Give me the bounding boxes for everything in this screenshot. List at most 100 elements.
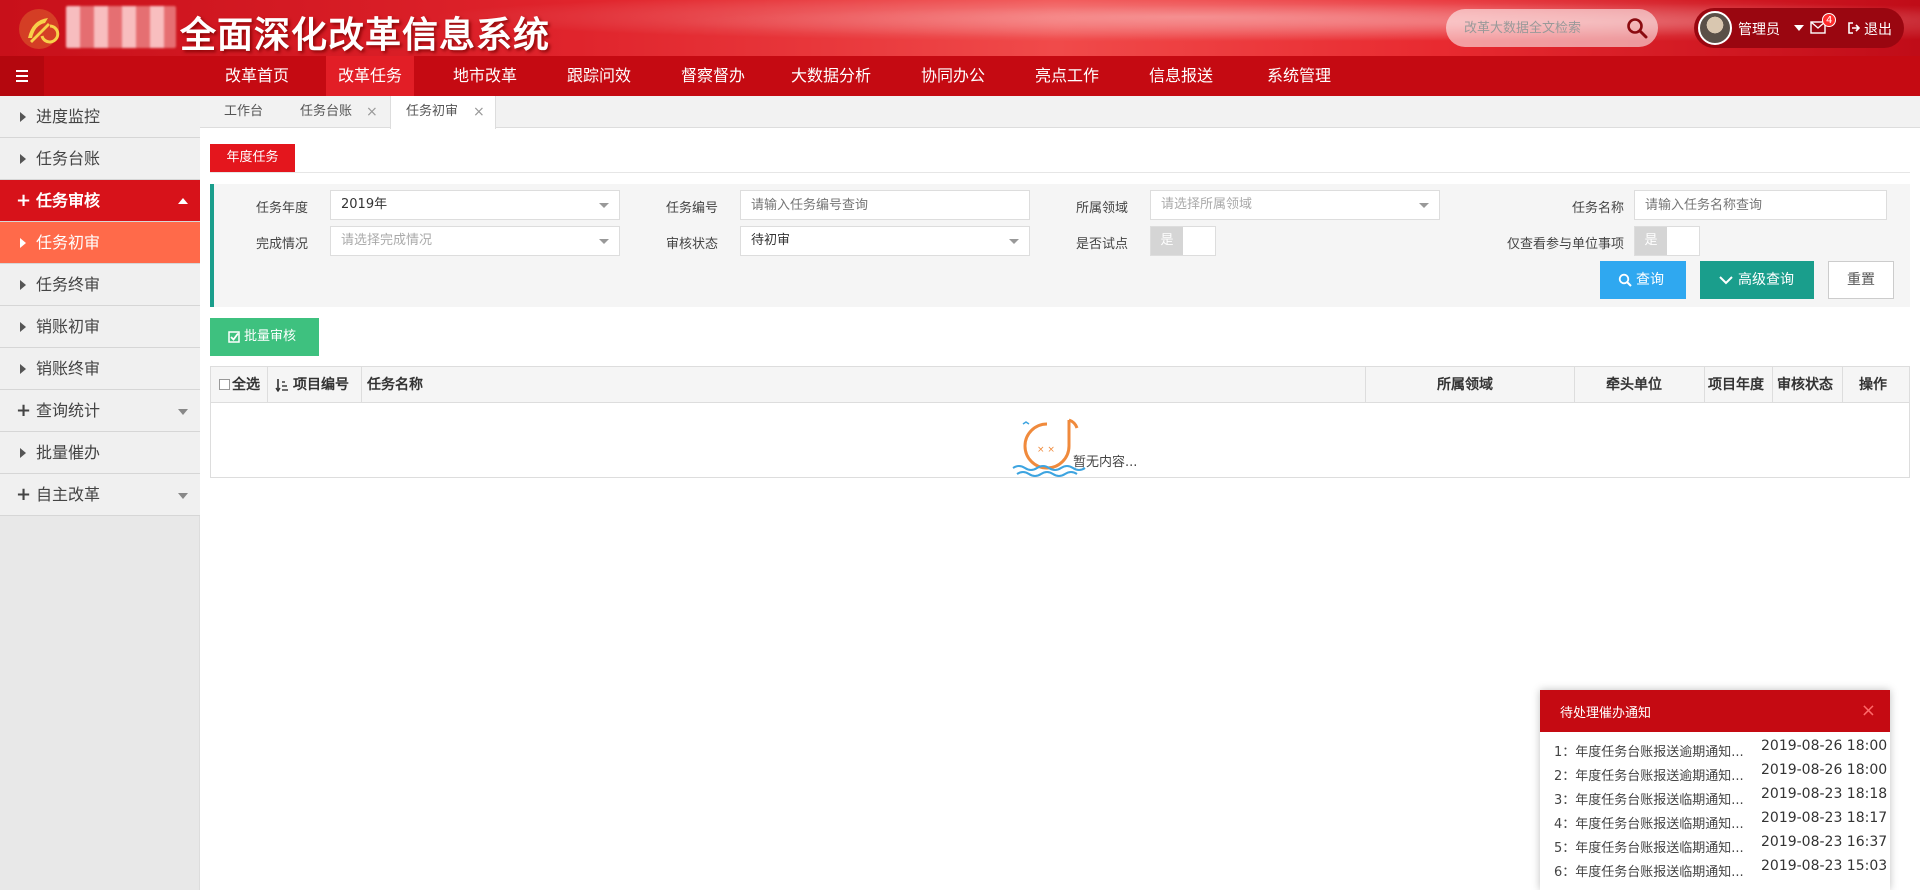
divider — [210, 172, 1910, 173]
select-all-checkbox[interactable] — [219, 379, 230, 390]
sidebar-item-label: 销账终审 — [36, 359, 101, 378]
chevron-down-icon — [1419, 203, 1429, 208]
logout-button[interactable]: 退出 — [1864, 19, 1892, 39]
batch-review-label: 批量审核 — [244, 329, 297, 344]
notification-item[interactable]: 5：年度任务台账报送临期通知... 2019-08-23 16:37 — [1554, 834, 1887, 858]
notification-item[interactable]: 2：年度任务台账报送逾期通知... 2019-08-26 18:00 — [1554, 762, 1888, 786]
check-square-icon — [228, 331, 240, 343]
notification-item-text: 4：年度任务台账报送临期通知... — [1554, 817, 1744, 832]
notification-item-text: 5：年度任务台账报送临期通知... — [1554, 841, 1744, 856]
plus-icon: + — [16, 190, 32, 211]
column-divider — [1365, 367, 1366, 403]
notification-item[interactable]: 1：年度任务台账报送逾期通知... 2019-08-26 18:00 — [1554, 738, 1887, 762]
tab-annual-tasks[interactable]: 年度任务 — [210, 144, 295, 172]
notification-item[interactable]: 3：年度任务台账报送临期通知... 2019-08-23 18:18 — [1554, 786, 1888, 810]
system-title: 全面深化改革信息系统 — [180, 15, 551, 56]
notification-header: 待处理催办通知 × — [1540, 690, 1890, 732]
sidebar-item-task-first-review[interactable]: 任务初审 — [0, 222, 200, 264]
notification-item-time: 2019-08-26 18:00 — [1761, 762, 1888, 778]
nav-item-reform-tasks[interactable]: 改革任务 — [326, 56, 414, 96]
sidebar-item-query-stats[interactable]: + 查询统计 — [0, 390, 200, 432]
th-project-code[interactable]: 项目编号 — [293, 367, 349, 403]
close-icon[interactable]: × — [1861, 700, 1876, 721]
main-nav: 改革首页 改革任务 地市改革 跟踪问效 督察督办 大数据分析 协同办公 亮点工作… — [0, 56, 1920, 96]
sidebar-item-task-review[interactable]: + 任务审核 — [0, 180, 200, 222]
plus-icon: + — [16, 400, 32, 421]
sidebar-item-writeoff-final-review[interactable]: 销账终审 — [0, 348, 200, 390]
nav-item-info-report[interactable]: 信息报送 — [1136, 56, 1226, 96]
nav-item-tracking[interactable]: 跟踪问效 — [554, 56, 644, 96]
sidebar-item-label: 任务终审 — [36, 275, 101, 294]
only-participating-label: 仅查看参与单位事项 — [1506, 237, 1624, 252]
tab-task-first-review[interactable]: 任务初审 × — [390, 96, 496, 129]
column-divider — [267, 367, 268, 403]
column-divider — [1842, 367, 1843, 403]
year-select[interactable]: 2019年 — [330, 190, 620, 220]
chevron-up-icon — [178, 198, 188, 204]
tab-label: 任务初审 — [406, 104, 459, 119]
notification-item-text: 6：年度任务台账报送临期通知... — [1554, 865, 1744, 880]
search-input[interactable] — [1464, 18, 1624, 38]
sidebar-item-task-final-review[interactable]: 任务终审 — [0, 264, 200, 306]
sidebar-item-writeoff-first-review[interactable]: 销账初审 — [0, 306, 200, 348]
only-participating-toggle-yes: 是 — [1635, 227, 1667, 255]
caret-right-icon — [20, 238, 26, 248]
nav-item-highlights[interactable]: 亮点工作 — [1022, 56, 1112, 96]
close-icon[interactable]: × — [473, 96, 485, 128]
advanced-query-button[interactable]: 高级查询 — [1700, 261, 1814, 299]
hamburger-icon — [16, 70, 28, 72]
sidebar-item-label: 销账初审 — [36, 317, 101, 336]
chevron-down-icon[interactable] — [1794, 25, 1804, 31]
sidebar-item-batch-urge[interactable]: 批量催办 — [0, 432, 200, 474]
sidebar-item-task-ledger[interactable]: 任务台账 — [0, 138, 200, 180]
notification-item-time: 2019-08-23 18:18 — [1761, 786, 1888, 802]
nav-item-big-data[interactable]: 大数据分析 — [782, 56, 880, 96]
nav-item-collab-office[interactable]: 协同办公 — [908, 56, 998, 96]
notification-item-time: 2019-08-23 15:03 — [1761, 858, 1888, 874]
tab-workbench[interactable]: 工作台 — [224, 96, 284, 128]
chevron-down-icon — [178, 493, 188, 499]
search-icon[interactable] — [1626, 17, 1648, 39]
year-label: 任务年度 — [255, 201, 308, 216]
nav-item-system-admin[interactable]: 系统管理 — [1250, 56, 1348, 96]
menu-toggle-button[interactable] — [0, 56, 44, 96]
avatar[interactable] — [1698, 11, 1732, 45]
field-select[interactable]: 请选择所属领域 — [1150, 190, 1440, 220]
filter-panel: 任务年度 2019年 任务编号 所属领域 请选择所属领域 任务名称 完成情况 请… — [210, 184, 1910, 307]
nav-item-supervision[interactable]: 督察督办 — [668, 56, 758, 96]
batch-review-button[interactable]: 批量审核 — [210, 318, 319, 356]
sidebar-item-label: 任务初审 — [36, 233, 101, 252]
user-area: 管理员 4 退出 — [1694, 8, 1904, 48]
task-code-input[interactable] — [740, 190, 1030, 220]
completion-select[interactable]: 请选择完成情况 — [330, 226, 620, 256]
only-participating-toggle[interactable]: 是 — [1634, 226, 1700, 256]
user-name[interactable]: 管理员 — [1738, 19, 1780, 39]
notification-item[interactable]: 6：年度任务台账报送临期通知... 2019-08-23 15:03 — [1554, 858, 1888, 882]
sidebar: 进度监控 任务台账 + 任务审核 任务初审 任务终审 销账初审 销账终审 + 查… — [0, 96, 200, 890]
notification-item-time: 2019-08-23 18:17 — [1761, 810, 1888, 826]
nav-item-home[interactable]: 改革首页 — [212, 56, 302, 96]
caret-right-icon — [20, 322, 26, 332]
caret-right-icon — [20, 364, 26, 374]
logout-icon[interactable] — [1847, 21, 1861, 35]
review-status-select[interactable]: 待初审 — [740, 226, 1030, 256]
notification-item[interactable]: 4：年度任务台账报送临期通知... 2019-08-23 18:17 — [1554, 810, 1888, 834]
task-name-input[interactable] — [1634, 190, 1887, 220]
pilot-toggle[interactable]: 是 — [1150, 226, 1216, 256]
close-icon[interactable]: × — [366, 96, 378, 128]
reset-button[interactable]: 重置 — [1828, 261, 1894, 299]
notification-item-text: 2：年度任务台账报送逾期通知... — [1554, 769, 1744, 784]
sidebar-item-self-reform[interactable]: + 自主改革 — [0, 474, 200, 516]
hamburger-icon-bar — [16, 80, 28, 82]
completion-select-placeholder: 请选择完成情况 — [341, 233, 433, 248]
sidebar-item-progress-monitor[interactable]: 进度监控 — [0, 96, 200, 138]
sort-icon[interactable] — [275, 378, 289, 392]
sidebar-item-label: 任务台账 — [36, 149, 101, 168]
sidebar-item-label: 查询统计 — [36, 401, 101, 420]
app-header: 全面深化改革信息系统 管理员 4 退出 — [0, 0, 1920, 56]
column-divider — [1704, 367, 1705, 403]
query-button[interactable]: 查询 — [1600, 261, 1686, 299]
review-status-label: 审核状态 — [665, 237, 718, 252]
nav-item-city-reform[interactable]: 地市改革 — [440, 56, 530, 96]
tab-task-ledger[interactable]: 任务台账 × — [300, 96, 390, 128]
